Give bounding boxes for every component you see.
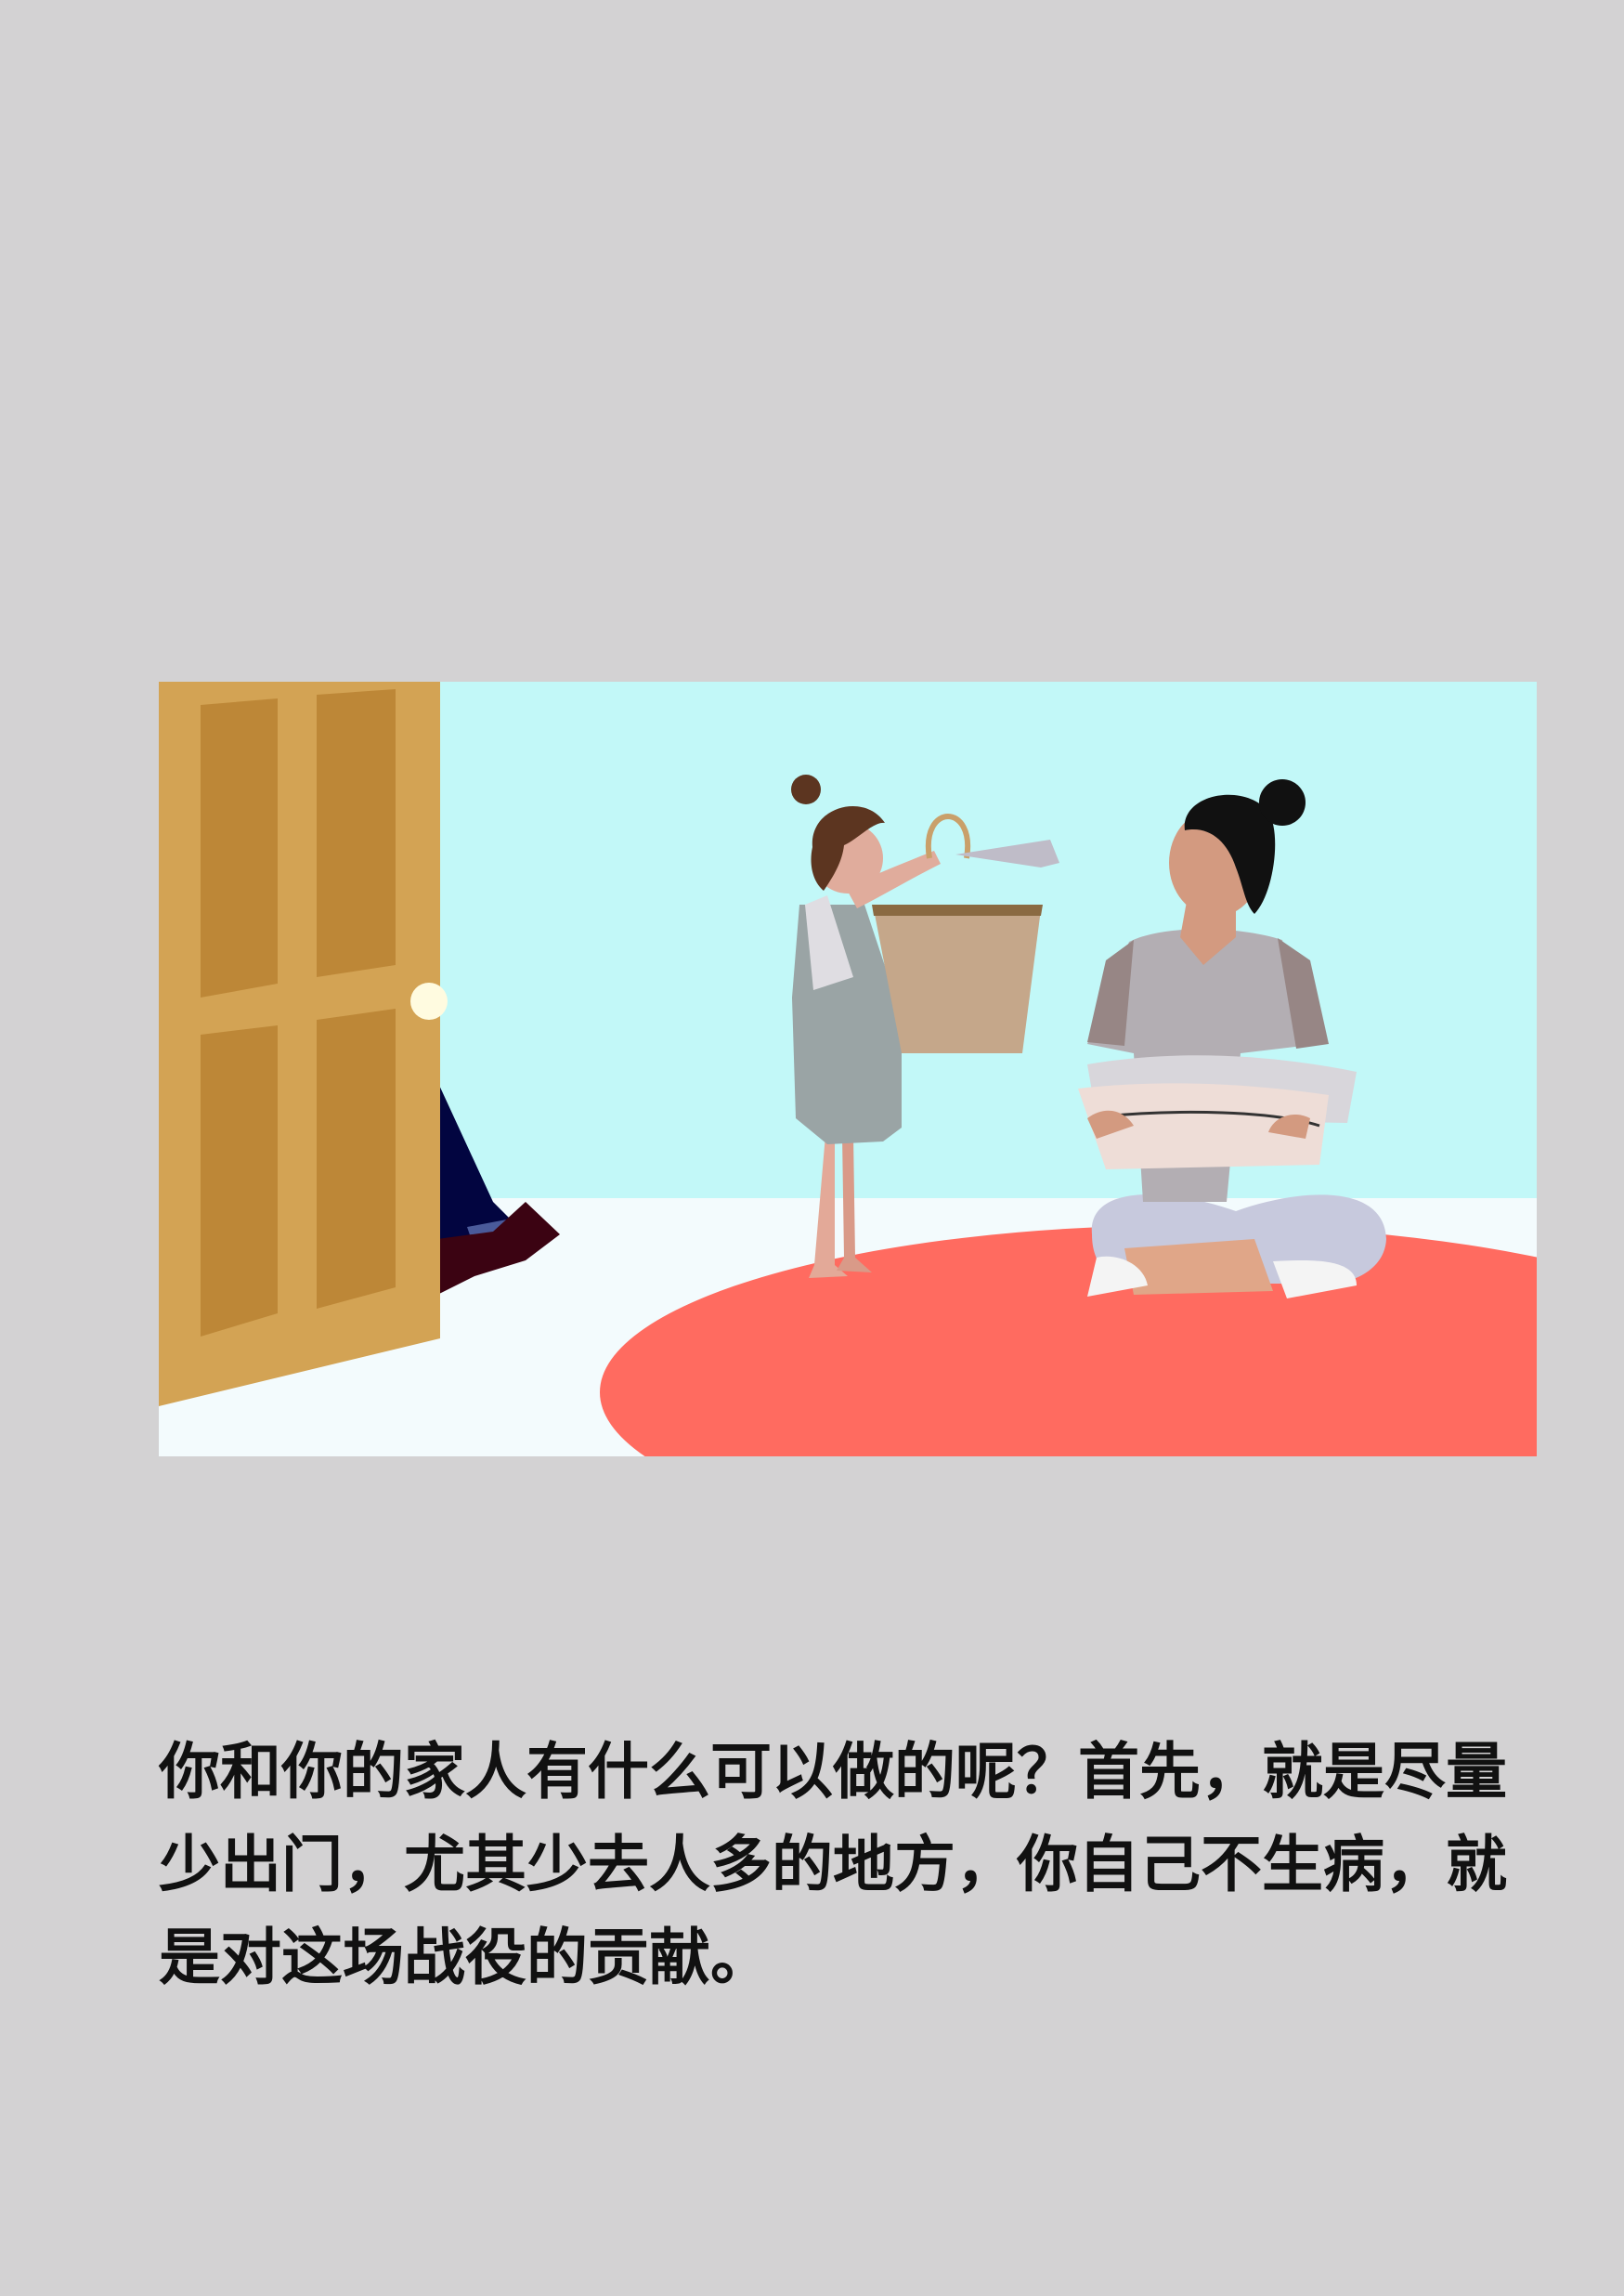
caption-line: 少出门，尤其少去人多的地方，你自己不生病，就 <box>159 1829 1507 1900</box>
caption-line: 你和你的家人有什么可以做的呢？首先，就是尽量 <box>159 1736 1507 1807</box>
door-knob <box>410 983 448 1020</box>
caption-paragraph: 你和你的家人有什么可以做的呢？首先，就是尽量 少出门，尤其少去人多的地方，你自己… <box>159 1726 1552 2004</box>
caption-line: 是对这场战役的贡献。 <box>159 1922 772 1993</box>
door <box>159 682 448 1406</box>
illustration <box>159 682 1537 1456</box>
